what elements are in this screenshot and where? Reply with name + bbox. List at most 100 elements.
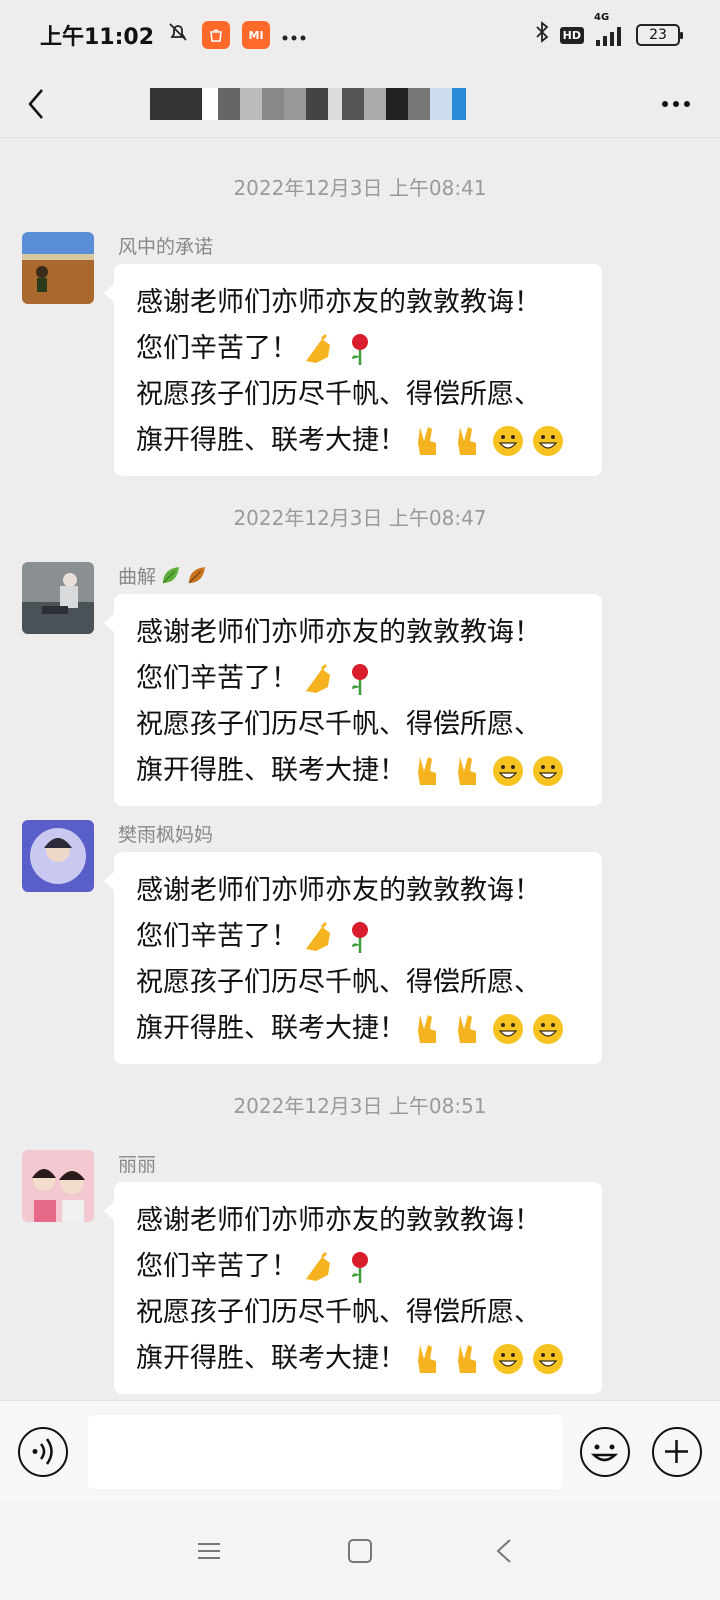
message-line: 感谢老师们亦师亦友的敦敦教诲！ bbox=[136, 1205, 541, 1236]
message-line: 感谢老师们亦师亦友的敦敦教诲！ bbox=[136, 287, 541, 318]
victory-hand-emoji bbox=[418, 1345, 436, 1373]
message-bubble[interactable]: 感谢老师们亦师亦友的敦敦教诲！ 您们辛苦了！ 祝愿孩子们历尽千帆、得偿所愿、 旗… bbox=[104, 1182, 602, 1394]
message-line: 祝愿孩子们历尽千帆、得偿所愿、 bbox=[136, 379, 541, 410]
bluetooth-icon bbox=[534, 20, 550, 50]
back-button[interactable] bbox=[24, 84, 64, 124]
message-line: 旗开得胜、联考大捷！ bbox=[136, 418, 582, 464]
menu-icon bbox=[198, 1543, 220, 1559]
clap-hand-emoji bbox=[306, 921, 330, 951]
sender-name: 丽丽 bbox=[118, 1150, 156, 1176]
message-line-text: 您们辛苦了！ bbox=[136, 921, 298, 952]
grin-emoji bbox=[533, 756, 563, 786]
plus-icon bbox=[665, 1440, 688, 1463]
status-left: 上午11:02 MI bbox=[40, 19, 306, 51]
rose-emoji bbox=[352, 334, 368, 365]
grin-emoji bbox=[533, 1014, 563, 1044]
message-timestamp: 2022年12月3日 上午08:41 bbox=[233, 176, 487, 200]
sender-name-text: 樊雨枫妈妈 bbox=[118, 823, 214, 846]
message-line: 祝愿孩子们历尽千帆、得偿所愿、 bbox=[136, 709, 541, 740]
hd-badge-icon: HD bbox=[559, 26, 584, 44]
clap-hand-emoji bbox=[306, 1251, 330, 1281]
sender-name: 曲解 bbox=[118, 562, 208, 588]
avatar[interactable] bbox=[22, 820, 94, 892]
mi-app-icon: MI bbox=[242, 21, 271, 49]
message-line: 旗开得胜、联考大捷！ bbox=[136, 748, 582, 794]
victory-hand-emoji bbox=[458, 757, 476, 785]
mi-store-icon bbox=[202, 21, 231, 49]
message-bubble[interactable]: 感谢老师们亦师亦友的敦敦教诲！ 您们辛苦了！ 祝愿孩子们历尽千帆、得偿所愿、 旗… bbox=[104, 594, 602, 806]
avatar[interactable] bbox=[22, 1150, 94, 1222]
more-functions-button[interactable] bbox=[652, 1427, 702, 1477]
sender-name-text: 曲解 bbox=[118, 565, 157, 588]
chat-title-redacted bbox=[150, 84, 466, 124]
voice-input-button[interactable] bbox=[18, 1427, 68, 1477]
message-line: 祝愿孩子们历尽千帆、得偿所愿、 bbox=[136, 1297, 541, 1328]
status-time: 上午11:02 bbox=[40, 25, 155, 50]
chat-message-list[interactable]: 2022年12月3日 上午08:41 风中的承诺 感谢老师们亦师亦友的敦敦教诲！… bbox=[0, 138, 720, 1400]
status-bar: 上午11:02 MI HD 4G 23 bbox=[0, 0, 720, 70]
grin-emoji bbox=[533, 426, 563, 456]
message-bubble[interactable]: 感谢老师们亦师亦友的敦敦教诲！ 您们辛苦了！ 祝愿孩子们历尽千帆、得偿所愿、 旗… bbox=[104, 264, 602, 476]
clap-hand-emoji bbox=[306, 663, 330, 693]
home-icon bbox=[348, 1539, 372, 1563]
message-line: 您们辛苦了！ bbox=[136, 656, 582, 702]
message-line-text: 旗开得胜、联考大捷！ bbox=[136, 425, 406, 456]
sender-name-text: 风中的承诺 bbox=[118, 235, 214, 258]
victory-hand-emoji bbox=[458, 427, 476, 455]
grin-emoji bbox=[493, 426, 523, 456]
message-bubble[interactable]: 感谢老师们亦师亦友的敦敦教诲！ 您们辛苦了！ 祝愿孩子们历尽千帆、得偿所愿、 旗… bbox=[104, 852, 602, 1064]
message-timestamp: 2022年12月3日 上午08:51 bbox=[233, 1094, 487, 1118]
victory-hand-emoji bbox=[418, 427, 436, 455]
message-line: 感谢老师们亦师亦友的敦敦教诲！ bbox=[136, 617, 541, 648]
fallen-leaf-icon bbox=[188, 567, 206, 584]
grin-emoji bbox=[493, 756, 523, 786]
grin-emoji bbox=[533, 1344, 563, 1374]
dot bbox=[662, 101, 668, 107]
dot bbox=[673, 101, 679, 107]
emoji-icon bbox=[590, 1444, 619, 1462]
dot bbox=[684, 101, 690, 107]
avatar[interactable] bbox=[22, 562, 94, 634]
network-type: 4G bbox=[594, 12, 610, 23]
back-nav-button[interactable] bbox=[490, 1536, 520, 1566]
victory-hand-emoji bbox=[418, 757, 436, 785]
chat-header bbox=[0, 70, 720, 138]
input-bar bbox=[0, 1400, 720, 1502]
message-line-text: 您们辛苦了！ bbox=[136, 1251, 298, 1282]
message-line-text: 旗开得胜、联考大捷！ bbox=[136, 1343, 406, 1374]
avatar[interactable] bbox=[22, 232, 94, 304]
battery-indicator: 23 bbox=[636, 24, 683, 46]
message-line-text: 旗开得胜、联考大捷！ bbox=[136, 1013, 406, 1044]
more-options-button[interactable] bbox=[656, 84, 696, 124]
rose-emoji bbox=[352, 922, 368, 953]
message-line: 您们辛苦了！ bbox=[136, 326, 582, 372]
status-right: HD 4G 23 bbox=[534, 12, 683, 50]
sender-name-text: 丽丽 bbox=[118, 1153, 157, 1176]
home-button[interactable] bbox=[345, 1536, 375, 1566]
victory-hand-emoji bbox=[418, 1015, 436, 1043]
grin-emoji bbox=[493, 1344, 523, 1374]
victory-hand-emoji bbox=[458, 1015, 476, 1043]
more-notifications-icon bbox=[282, 23, 306, 48]
message-line: 您们辛苦了！ bbox=[136, 1244, 582, 1290]
sender-name: 风中的承诺 bbox=[118, 232, 213, 258]
leaf-icon bbox=[162, 567, 180, 584]
message-line: 您们辛苦了！ bbox=[136, 914, 582, 960]
message-line-text: 您们辛苦了！ bbox=[136, 663, 298, 694]
message-input[interactable] bbox=[88, 1415, 562, 1489]
message-line-text: 旗开得胜、联考大捷！ bbox=[136, 755, 406, 786]
grin-emoji bbox=[493, 1014, 523, 1044]
emoji-button[interactable] bbox=[580, 1427, 630, 1477]
system-nav-bar bbox=[0, 1502, 720, 1600]
rose-emoji bbox=[352, 1252, 368, 1283]
message-line: 祝愿孩子们历尽千帆、得偿所愿、 bbox=[136, 967, 541, 998]
rose-emoji bbox=[352, 664, 368, 695]
chevron-left-icon bbox=[28, 88, 43, 119]
victory-hand-emoji bbox=[458, 1345, 476, 1373]
clap-hand-emoji bbox=[306, 333, 330, 363]
back-icon bbox=[496, 1539, 511, 1563]
signal-icon: 4G bbox=[594, 12, 626, 46]
menu-button[interactable] bbox=[194, 1536, 224, 1566]
notification-muted-icon bbox=[166, 20, 190, 50]
message-line: 旗开得胜、联考大捷！ bbox=[136, 1006, 582, 1052]
